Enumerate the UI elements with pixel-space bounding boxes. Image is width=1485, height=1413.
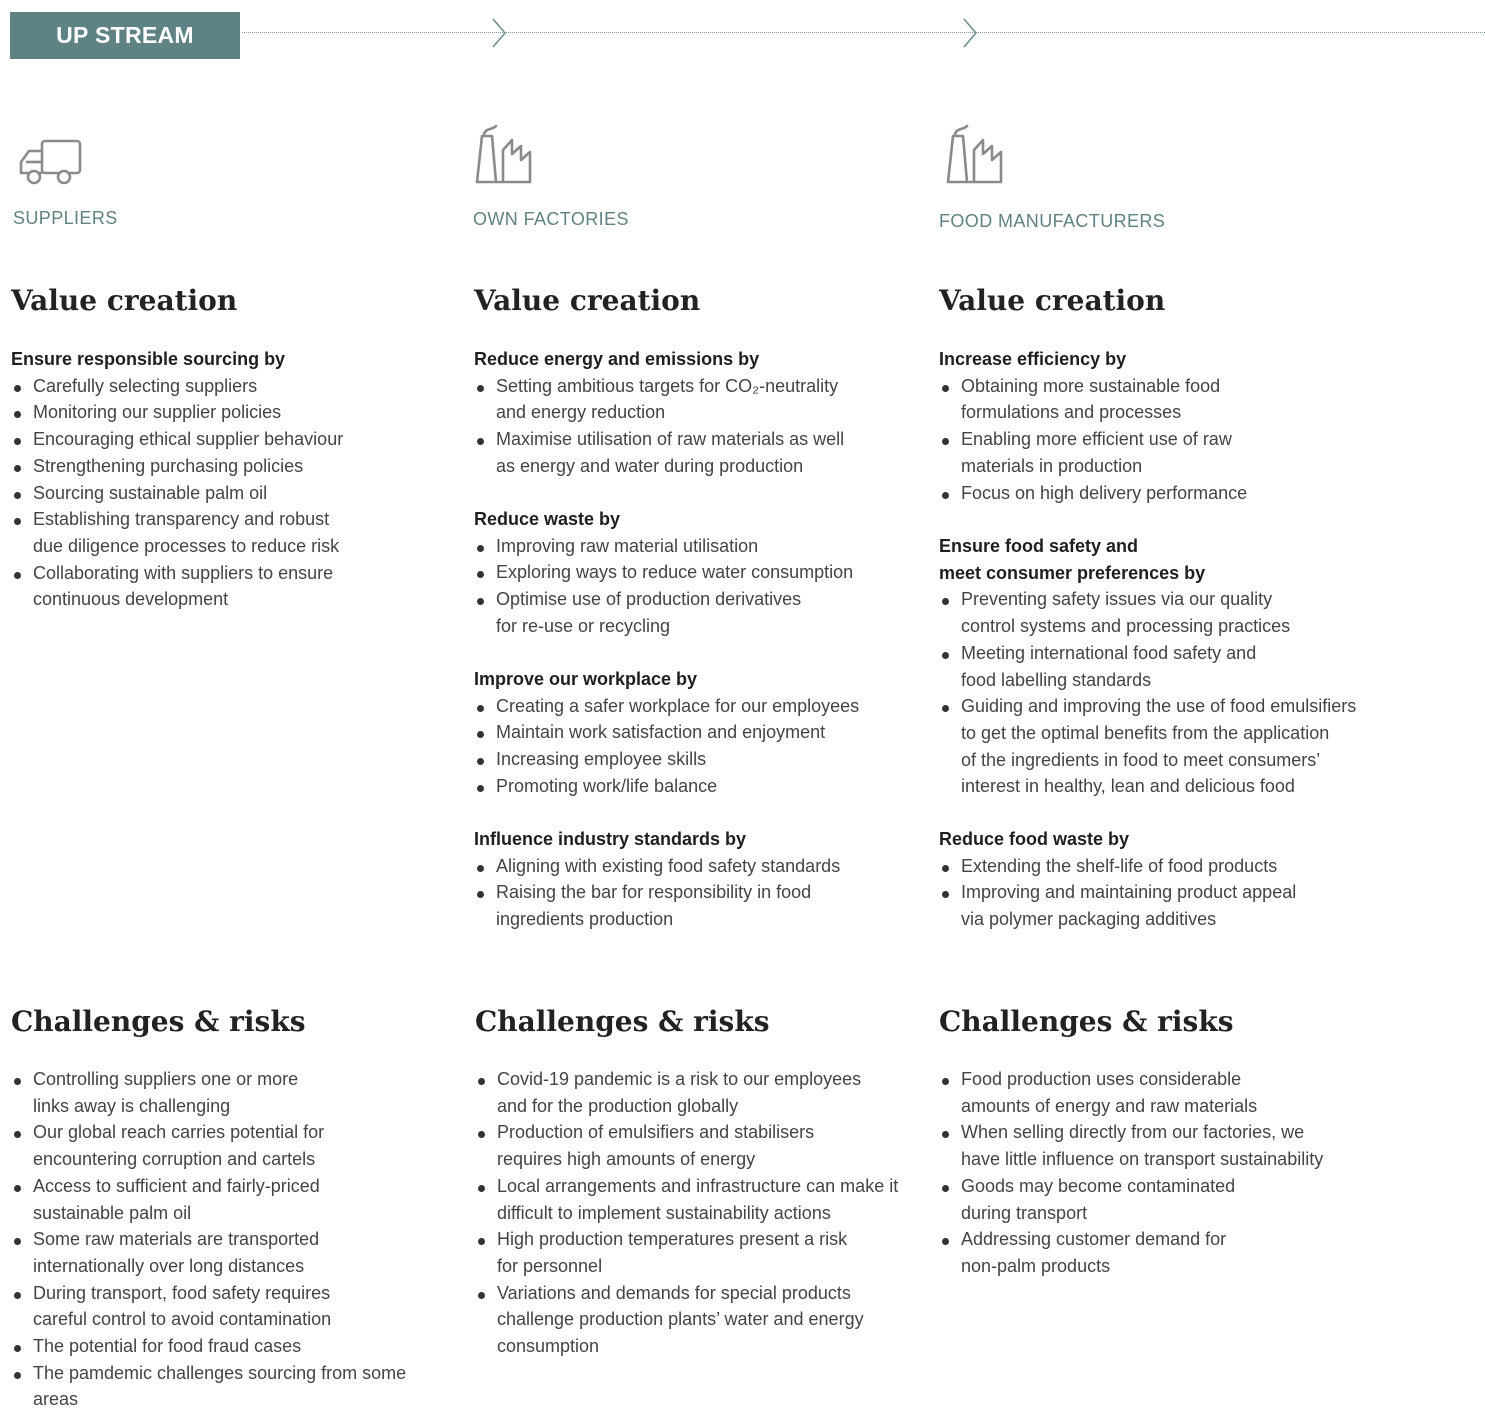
value-group: Reduce energy and emissions by Setting a…: [474, 346, 844, 480]
banner-label: UP STREAM: [56, 22, 194, 48]
list-item: Raising the bar for responsibility in fo…: [474, 879, 840, 932]
list-item: Aligning with existing food safety stand…: [474, 853, 840, 880]
list-item: Local arrangements and infrastructure ca…: [475, 1173, 898, 1226]
list-item: During transport, food safety requires c…: [11, 1280, 406, 1333]
list-item: Improving and maintaining product appeal…: [939, 879, 1296, 932]
list-item: Our global reach carries potential for e…: [11, 1119, 406, 1172]
list-item: Increasing employee skills: [474, 746, 859, 773]
value-group: Reduce food waste by Extending the shelf…: [939, 826, 1296, 933]
list-item: Setting ambitious targets for CO₂-neutra…: [474, 373, 844, 426]
risks-list: Controlling suppliers one or more links …: [11, 1066, 406, 1413]
group-title: Reduce waste by: [474, 509, 621, 529]
list-item: Promoting work/life balance: [474, 773, 859, 800]
group-title: Influence industry standards by: [474, 829, 747, 849]
list-item: Covid-19 pandemic is a risk to our emplo…: [475, 1066, 898, 1119]
list-item: Meeting international food safety and fo…: [939, 640, 1356, 693]
list-item: Food production uses considerable amount…: [939, 1066, 1323, 1119]
list-item: The pamdemic challenges sourcing from so…: [11, 1360, 406, 1413]
list-item: When selling directly from our factories…: [939, 1119, 1323, 1172]
list-item: Creating a safer workplace for our emplo…: [474, 693, 859, 720]
list-item: Optimise use of production derivatives f…: [474, 586, 853, 639]
chevron-right-icon: [963, 18, 978, 48]
list-item: Controlling suppliers one or more links …: [11, 1066, 406, 1119]
list-item: Collaborating with suppliers to ensure c…: [11, 560, 343, 613]
list-item: Maintain work satisfaction and enjoyment: [474, 719, 859, 746]
list-item: Sourcing sustainable palm oil: [11, 480, 343, 507]
group-title: Improve our workplace by: [474, 669, 698, 689]
list-item: Some raw materials are transported inter…: [11, 1226, 406, 1279]
list-item: Addressing customer demand for non-palm …: [939, 1226, 1323, 1279]
list-item: Guiding and improving the use of food em…: [939, 693, 1356, 800]
list-item: Exploring ways to reduce water consumpti…: [474, 559, 853, 586]
value-creation-heading: Value creation: [939, 284, 1166, 317]
list-item: Improving raw material utilisation: [474, 533, 853, 560]
list-item: The potential for food fraud cases: [11, 1333, 406, 1360]
group-title: Ensure food safety and meet consumer pre…: [939, 536, 1206, 583]
list-item: Production of emulsifiers and stabiliser…: [475, 1119, 898, 1172]
group-title: Ensure responsible sourcing by: [11, 349, 286, 369]
risks-list: Covid-19 pandemic is a risk to our emplo…: [475, 1066, 898, 1360]
column-label-food-manufacturers: FOOD MANUFACTURERS: [939, 211, 1166, 231]
truck-icon: [19, 139, 82, 185]
group-title: Increase efficiency by: [939, 349, 1127, 369]
challenges-risks-heading: Challenges & risks: [11, 1005, 306, 1038]
list-item: Variations and demands for special produ…: [475, 1280, 898, 1360]
list-item: Extending the shelf-life of food product…: [939, 853, 1296, 880]
list-item: Focus on high delivery performance: [939, 480, 1247, 507]
column-label-own-factories: OWN FACTORIES: [473, 209, 629, 229]
group-title: Reduce food waste by: [939, 829, 1130, 849]
list-item: Enabling more efficient use of raw mater…: [939, 426, 1247, 479]
list-item: Monitoring our supplier policies: [11, 399, 343, 426]
upstream-banner: UP STREAM: [10, 12, 240, 59]
list-item: Access to sufficient and fairly-priced s…: [11, 1173, 406, 1226]
factory-icon: [946, 124, 1003, 184]
factory-icon: [475, 124, 532, 184]
challenges-risks-heading: Challenges & risks: [939, 1005, 1234, 1038]
value-group: Reduce waste by Improving raw material u…: [474, 506, 853, 640]
list-item: High production temperatures present a r…: [475, 1226, 898, 1279]
value-creation-heading: Value creation: [474, 284, 701, 317]
list-item: Obtaining more sustainable food formulat…: [939, 373, 1247, 426]
value-group: Improve our workplace by Creating a safe…: [474, 666, 859, 800]
list-item: Establishing transparency and robust due…: [11, 506, 343, 559]
value-group: Influence industry standards by Aligning…: [474, 826, 840, 933]
value-creation-heading: Value creation: [11, 284, 238, 317]
value-group: Ensure responsible sourcing by Carefully…: [11, 346, 343, 613]
group-title: Reduce energy and emissions by: [474, 349, 760, 369]
list-item: Encouraging ethical supplier behaviour: [11, 426, 343, 453]
column-label-suppliers: SUPPLIERS: [13, 208, 118, 228]
list-item: Maximise utilisation of raw materials as…: [474, 426, 844, 479]
flow-dotted-line: [242, 32, 1485, 33]
list-item: Goods may become contaminated during tra…: [939, 1173, 1323, 1226]
value-group: Ensure food safety and meet consumer pre…: [939, 533, 1356, 800]
challenges-risks-heading: Challenges & risks: [475, 1005, 770, 1038]
value-group: Increase efficiency by Obtaining more su…: [939, 346, 1247, 506]
list-item: Carefully selecting suppliers: [11, 373, 343, 400]
chevron-right-icon: [492, 18, 507, 48]
risks-list: Food production uses considerable amount…: [939, 1066, 1323, 1280]
list-item: Preventing safety issues via our quality…: [939, 586, 1356, 639]
list-item: Strengthening purchasing policies: [11, 453, 343, 480]
